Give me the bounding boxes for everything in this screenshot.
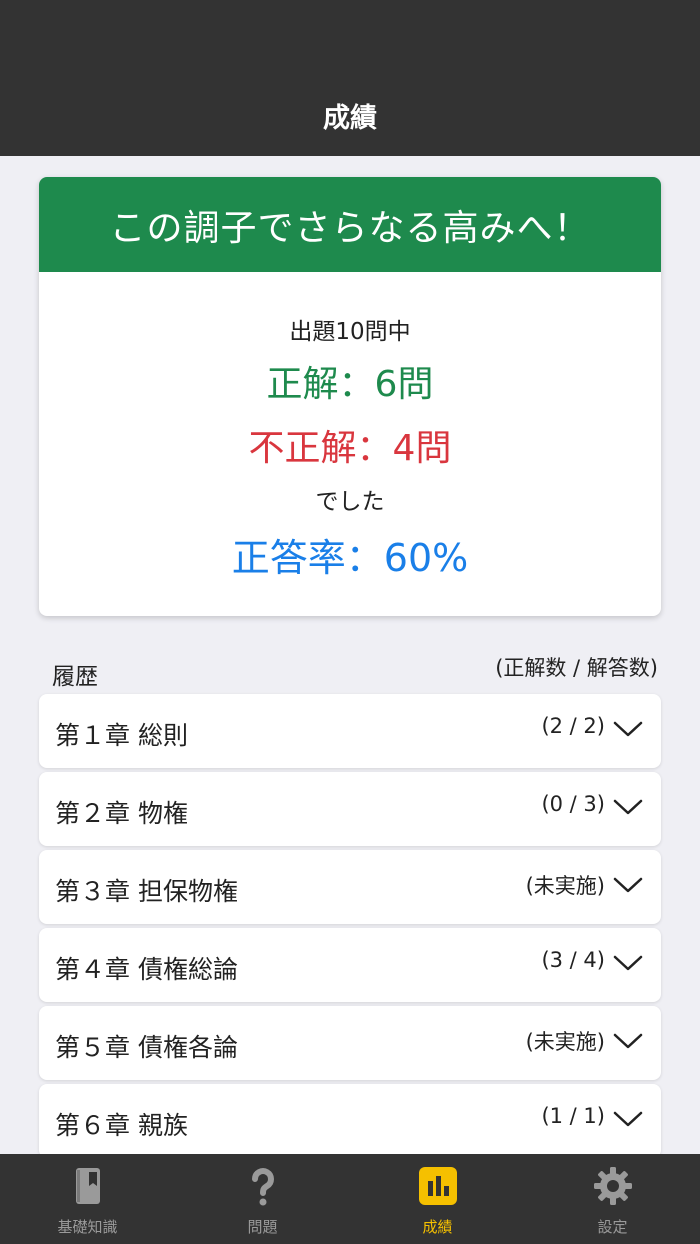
correct-count-text: 正解：6問 (266, 364, 434, 405)
tab-results[interactable]: 成績 (350, 1154, 525, 1244)
chevron-down-icon[interactable] (613, 720, 643, 738)
result-banner: この調子でさらなる高みへ！ (39, 177, 661, 272)
chapter-row-3[interactable]: 第３章 担保物権 (未実施) (39, 850, 661, 924)
chart-icon (418, 1167, 457, 1205)
tab-settings[interactable]: 設定 (525, 1154, 700, 1244)
chevron-down-icon[interactable] (613, 876, 643, 894)
chevron-down-icon[interactable] (613, 1110, 643, 1128)
tab-label: 問題 (247, 1218, 278, 1236)
chapter-title: 第２章 物権 (55, 799, 188, 828)
chevron-down-icon[interactable] (613, 1032, 643, 1050)
history-caption: (正解数 / 解答数) (495, 656, 658, 680)
deshita-text: でした (315, 489, 385, 515)
accuracy-rate-text: 正答率：60% (231, 536, 469, 580)
chapter-row-6[interactable]: 第６章 親族 (1 / 1) (39, 1084, 661, 1158)
chapter-score: (未実施) (525, 1030, 605, 1054)
header-bar: 成績 (0, 0, 700, 156)
page-title: 成績 (323, 103, 377, 134)
chapter-row-2[interactable]: 第２章 物権 (0 / 3) (39, 772, 661, 846)
book-icon (75, 1168, 100, 1204)
tab-basic-knowledge[interactable]: 基礎知識 (0, 1154, 175, 1244)
chapter-score: (未実施) (525, 874, 605, 898)
total-questions-text: 出題10問中 (289, 319, 411, 345)
chapter-score: (2 / 2) (541, 714, 605, 738)
chevron-down-icon[interactable] (613, 954, 643, 972)
tab-questions[interactable]: 問題 (175, 1154, 350, 1244)
chapter-title: 第４章 債権総論 (55, 955, 238, 984)
chapter-title: 第６章 親族 (55, 1111, 188, 1140)
result-card: この調子でさらなる高みへ！ 出題10問中 正解：6問 不正解：4問 でした 正答… (39, 177, 661, 616)
history-heading: 履歴 (52, 664, 98, 690)
chapter-row-5[interactable]: 第５章 債権各論 (未実施) (39, 1006, 661, 1080)
chapter-score: (3 / 4) (541, 948, 605, 972)
chapter-score: (0 / 3) (541, 792, 605, 816)
chapter-row-1[interactable]: 第１章 総則 (2 / 2) (39, 694, 661, 768)
chapter-row-4[interactable]: 第４章 債権総論 (3 / 4) (39, 928, 661, 1002)
chapter-title: 第３章 担保物権 (55, 877, 238, 906)
chevron-down-icon[interactable] (613, 798, 643, 816)
chapter-title: 第５章 債権各論 (55, 1033, 238, 1062)
tab-label: 基礎知識 (57, 1218, 118, 1236)
tab-label: 設定 (597, 1218, 628, 1236)
bottom-tab-bar: 基礎知識 問題 成績 設定 (0, 1154, 700, 1244)
wrong-count-text: 不正解：4問 (248, 428, 452, 469)
tab-label: 成績 (422, 1218, 453, 1236)
gear-icon (593, 1167, 632, 1205)
chapter-score: (1 / 1) (541, 1104, 605, 1128)
chapter-title: 第１章 総則 (55, 721, 188, 750)
question-icon (251, 1168, 274, 1206)
